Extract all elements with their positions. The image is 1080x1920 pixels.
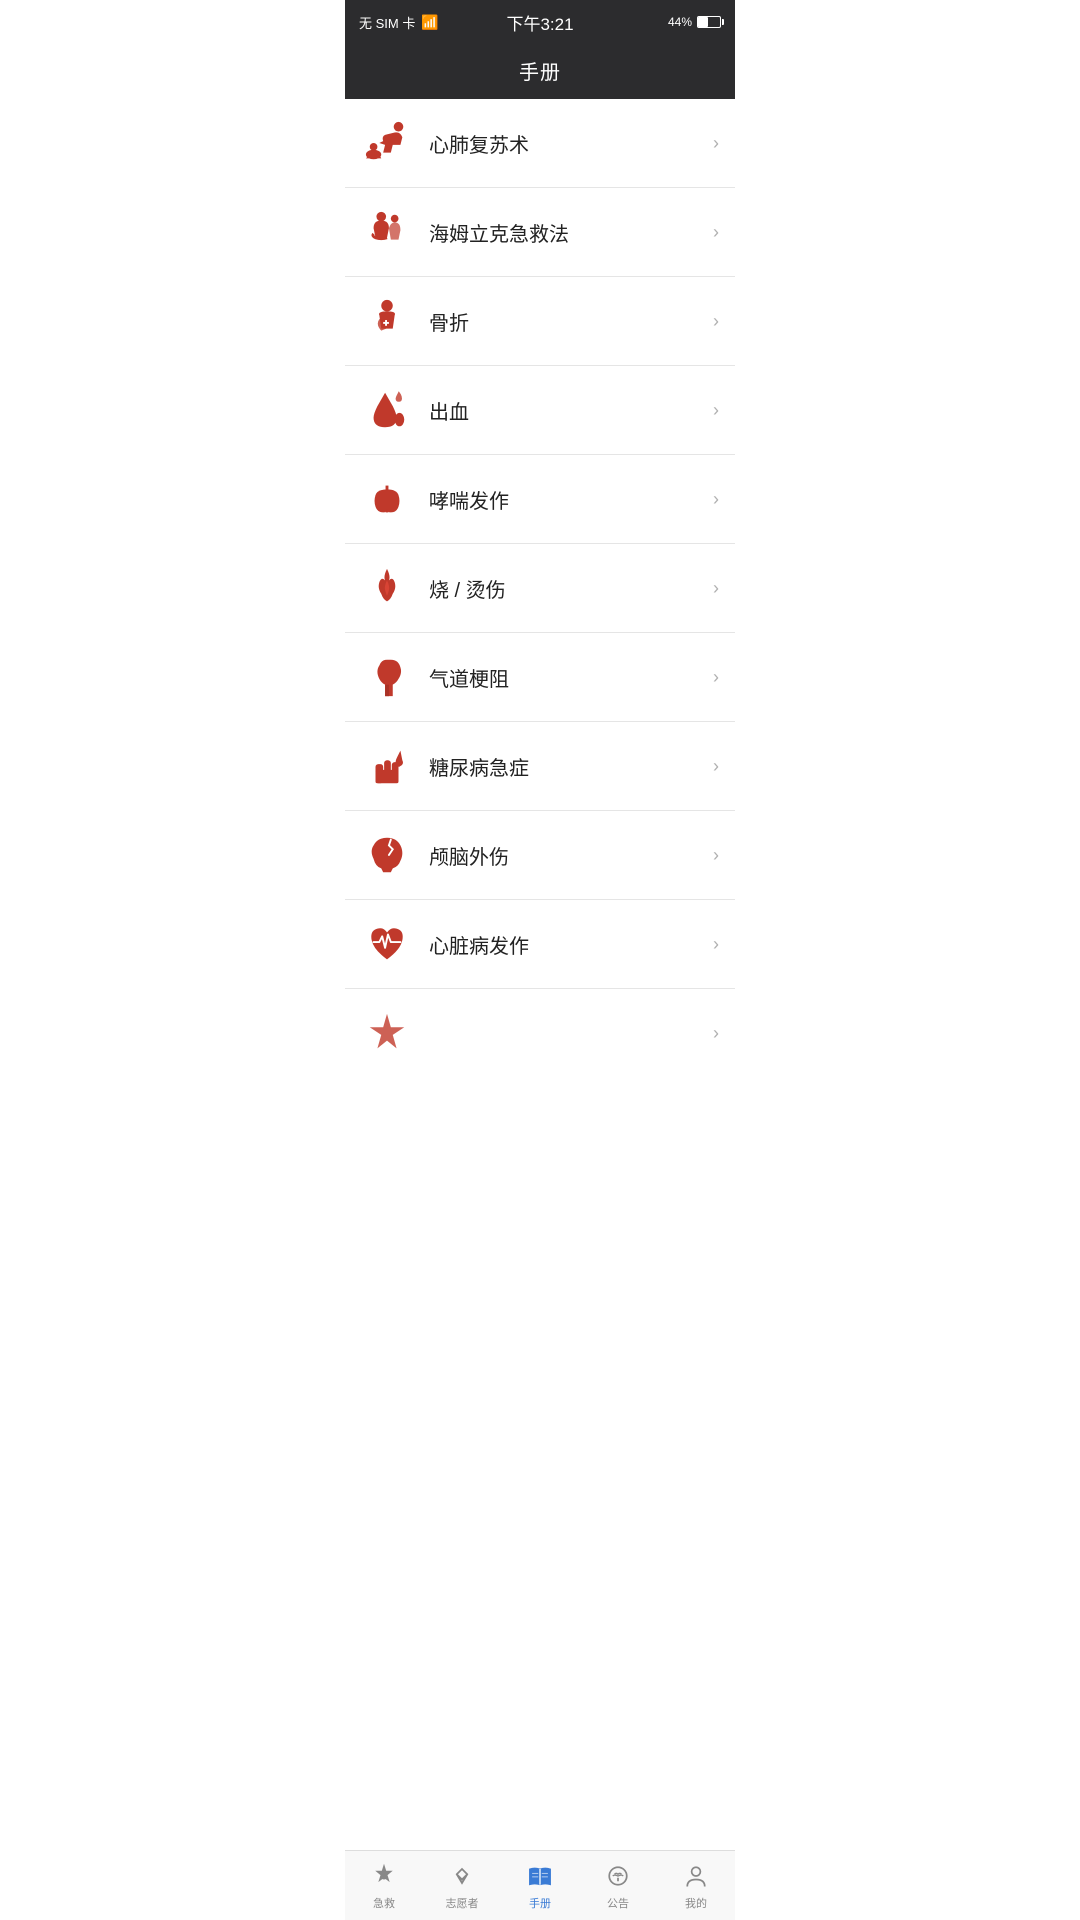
tab-notice-icon (603, 1861, 633, 1891)
tab-mine-icon (681, 1861, 711, 1891)
head-icon (361, 829, 413, 881)
heimlich-label: 海姆立克急救法 (429, 218, 705, 247)
asthma-icon (361, 473, 413, 525)
tab-emergency-label: 急救 (373, 1895, 395, 1911)
airway-chevron: › (713, 667, 719, 688)
tab-mine[interactable]: 我的 (657, 1861, 735, 1911)
wifi-icon: 📶 (421, 14, 438, 31)
menu-item-fracture[interactable]: 骨折 › (345, 277, 735, 366)
tab-notice-label: 公告 (607, 1895, 629, 1911)
burn-label: 烧 / 烫伤 (429, 574, 705, 603)
heart-label: 心脏病发作 (429, 930, 705, 959)
tab-handbook-label: 手册 (529, 1895, 551, 1911)
menu-list: 心肺复苏术 › 海姆立克急救法 › (345, 99, 735, 1069)
menu-item-heimlich[interactable]: 海姆立克急救法 › (345, 188, 735, 277)
menu-item-burn[interactable]: 烧 / 烫伤 › (345, 544, 735, 633)
heart-chevron: › (713, 934, 719, 955)
status-right: 44% (668, 15, 721, 29)
tab-volunteer-icon (447, 1861, 477, 1891)
burn-chevron: › (713, 578, 719, 599)
diabetes-chevron: › (713, 756, 719, 777)
sim-text: 无 SIM 卡 (359, 13, 415, 32)
nav-header: 手册 (345, 44, 735, 99)
asthma-chevron: › (713, 489, 719, 510)
bleeding-label: 出血 (429, 396, 705, 425)
fracture-icon (361, 295, 413, 347)
diabetes-icon (361, 740, 413, 792)
tab-bar: 急救 志愿者 手册 (345, 1850, 735, 1920)
head-chevron: › (713, 845, 719, 866)
cpr-label: 心肺复苏术 (429, 129, 705, 158)
battery-percent: 44% (668, 15, 692, 29)
menu-item-asthma[interactable]: 哮喘发作 › (345, 455, 735, 544)
fracture-label: 骨折 (429, 307, 705, 336)
menu-item-diabetes[interactable]: 糖尿病急症 › (345, 722, 735, 811)
tab-volunteer-label: 志愿者 (446, 1895, 479, 1911)
menu-scroll-area: 心肺复苏术 › 海姆立克急救法 › (345, 99, 735, 1144)
tab-mine-label: 我的 (685, 1895, 707, 1911)
heimlich-chevron: › (713, 222, 719, 243)
more-icon (361, 1007, 413, 1059)
menu-item-heart[interactable]: 心脏病发作 › (345, 900, 735, 989)
menu-item-airway[interactable]: 气道梗阻 › (345, 633, 735, 722)
cpr-chevron: › (713, 133, 719, 154)
tab-emergency-icon (369, 1861, 399, 1891)
more-chevron: › (713, 1023, 719, 1044)
menu-item-cpr[interactable]: 心肺复苏术 › (345, 99, 735, 188)
time-text: 下午3:21 (506, 10, 573, 35)
tab-handbook[interactable]: 手册 (501, 1861, 579, 1911)
cpr-icon (361, 117, 413, 169)
menu-item-head[interactable]: 颅脑外伤 › (345, 811, 735, 900)
menu-item-bleeding[interactable]: 出血 › (345, 366, 735, 455)
tab-notice[interactable]: 公告 (579, 1861, 657, 1911)
diabetes-label: 糖尿病急症 (429, 752, 705, 781)
heart-icon (361, 918, 413, 970)
menu-item-more[interactable]: › (345, 989, 735, 1069)
status-left: 无 SIM 卡 📶 (359, 13, 439, 32)
tab-handbook-icon (525, 1861, 555, 1891)
page-title: 手册 (519, 62, 561, 84)
tab-emergency[interactable]: 急救 (345, 1861, 423, 1911)
tab-volunteer[interactable]: 志愿者 (423, 1861, 501, 1911)
burn-icon (361, 562, 413, 614)
airway-label: 气道梗阻 (429, 663, 705, 692)
heimlich-icon (361, 206, 413, 258)
asthma-label: 哮喘发作 (429, 485, 705, 514)
status-bar: 无 SIM 卡 📶 下午3:21 44% (345, 0, 735, 44)
airway-icon (361, 651, 413, 703)
bleeding-chevron: › (713, 400, 719, 421)
bleeding-icon (361, 384, 413, 436)
fracture-chevron: › (713, 311, 719, 332)
battery-icon (697, 16, 721, 28)
head-label: 颅脑外伤 (429, 841, 705, 870)
